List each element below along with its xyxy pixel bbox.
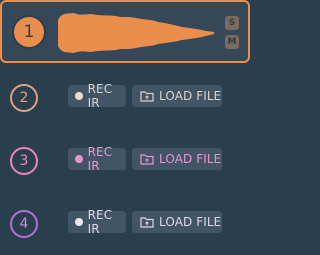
- ir-slot-3: 3 REC IR LOAD FILE: [0, 130, 250, 190]
- record-dot-icon: [75, 218, 83, 226]
- rec-ir-button[interactable]: REC IR: [68, 82, 126, 110]
- rec-ir-label: REC IR: [87, 208, 113, 236]
- ir-slot-2: 2 REC IR LOAD FILE: [0, 67, 250, 127]
- rec-ir-button[interactable]: REC IR: [68, 145, 126, 173]
- rec-ir-label: REC IR: [87, 145, 113, 173]
- slot-number-3[interactable]: 3: [10, 147, 38, 175]
- slot-number-2[interactable]: 2: [10, 84, 38, 112]
- load-file-button[interactable]: LOAD FILE: [132, 211, 222, 233]
- load-file-button[interactable]: LOAD FILE: [132, 148, 222, 170]
- slot-number-4[interactable]: 4: [10, 210, 38, 238]
- slot-number-1[interactable]: 1: [12, 15, 46, 49]
- folder-icon: [140, 91, 154, 102]
- solo-button[interactable]: S: [225, 16, 239, 30]
- ir-slot-4: 4 REC IR LOAD FILE: [0, 193, 250, 253]
- rec-ir-button[interactable]: REC IR: [68, 208, 126, 236]
- waveform-display[interactable]: [58, 10, 216, 56]
- load-file-label: LOAD FILE: [159, 89, 222, 103]
- folder-icon: [140, 217, 154, 228]
- ir-slot-panel: 1 S M 2 REC IR LOAD FILE 3 REC IR LOAD F…: [0, 0, 250, 255]
- load-file-label: LOAD FILE: [159, 152, 222, 166]
- load-file-button[interactable]: LOAD FILE: [132, 85, 222, 107]
- mute-button[interactable]: M: [225, 35, 239, 49]
- record-dot-icon: [75, 92, 83, 100]
- load-file-label: LOAD FILE: [159, 215, 222, 229]
- record-dot-icon: [75, 155, 83, 163]
- rec-ir-label: REC IR: [87, 82, 113, 110]
- ir-slot-1[interactable]: 1 S M: [0, 0, 250, 63]
- folder-icon: [140, 154, 154, 165]
